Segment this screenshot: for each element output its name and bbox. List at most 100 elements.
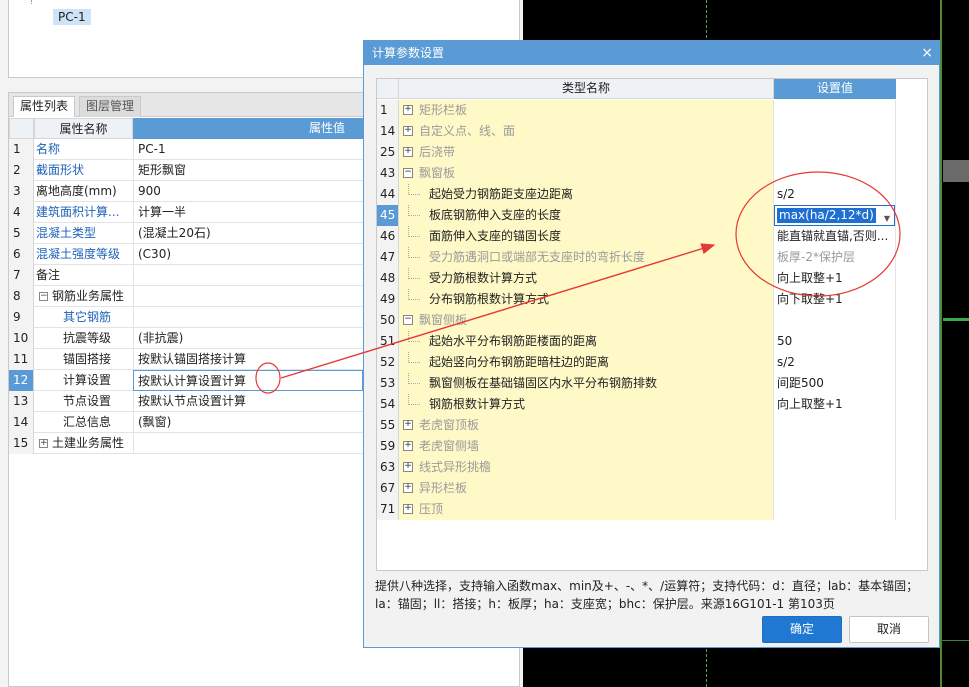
cancel-button[interactable]: 取消 [849, 616, 929, 643]
setting-value-cell[interactable] [774, 499, 896, 520]
settings-row[interactable]: 45 板底钢筋伸入支座的长度 max(ha/2,12*d) ▼ [377, 205, 896, 226]
settings-group-row[interactable]: 1 + 矩形栏板 [377, 100, 896, 121]
property-row-number: 12 [9, 370, 34, 391]
expand-icon[interactable]: + [39, 439, 48, 448]
setting-value-cell[interactable]: 能直锚就直锚,否则... [774, 226, 896, 247]
type-name-text: 面筋伸入支座的锚固长度 [429, 229, 562, 243]
setting-value-cell[interactable]: 板厚-2*保护层 [774, 247, 896, 268]
tree-item-pc1[interactable]: PC-1 [53, 9, 91, 25]
settings-row[interactable]: 53 飘窗侧板在基础锚固区内水平分布钢筋排数 间距500 [377, 373, 896, 394]
setting-value-dropdown[interactable]: max(ha/2,12*d) ▼ [774, 205, 895, 226]
property-value[interactable]: (C30) [133, 244, 363, 265]
settings-row[interactable]: 52 起始竖向分布钢筋距暗柱边的距离 s/2 [377, 352, 896, 373]
expand-icon[interactable]: + [403, 462, 413, 472]
cad-block [943, 160, 969, 182]
property-value[interactable] [133, 433, 363, 454]
settings-row-number: 52 [377, 352, 399, 373]
settings-row[interactable]: 46 面筋伸入支座的锚固长度 能直锚就直锚,否则... [377, 226, 896, 247]
property-row-number: 1 [9, 139, 34, 160]
property-value[interactable]: 矩形飘窗 [133, 160, 363, 181]
cad-vertical-line [940, 0, 942, 687]
tree-branch-line [408, 331, 420, 342]
setting-value-cell[interactable] [774, 100, 896, 121]
property-value[interactable] [133, 307, 363, 328]
chevron-down-icon[interactable]: ▼ [884, 209, 890, 226]
settings-group-row[interactable]: 55 + 老虎窗顶板 [377, 415, 896, 436]
expand-icon[interactable]: + [403, 105, 413, 115]
expand-icon[interactable]: + [403, 441, 413, 451]
settings-group-row[interactable]: 43− 飘窗板 [377, 163, 896, 184]
close-icon[interactable]: × [921, 41, 933, 65]
property-value[interactable]: 按默认计算设置计算 [133, 370, 363, 391]
settings-row[interactable]: 48 受力筋根数计算方式 向上取整+1 [377, 268, 896, 289]
property-value[interactable] [133, 265, 363, 286]
tab-property-list[interactable]: 属性列表 [13, 96, 76, 117]
type-name-cell: + 矩形栏板 [399, 100, 774, 121]
property-value[interactable]: PC-1 [133, 139, 363, 160]
settings-group-row[interactable]: 25 + 后浇带 [377, 142, 896, 163]
property-value[interactable]: 按默认锚固搭接计算 [133, 349, 363, 370]
property-value[interactable]: 900 [133, 181, 363, 202]
type-name-cell: 分布钢筋根数计算方式 [399, 289, 774, 310]
settings-group-row[interactable]: 71 + 压顶 [377, 499, 896, 520]
settings-group-row[interactable]: 50− 飘窗侧板 [377, 310, 896, 331]
setting-value-cell[interactable]: 向下取整+1 [774, 289, 896, 310]
setting-value-cell[interactable]: 向上取整+1 [774, 394, 896, 415]
type-name-header: 类型名称 [399, 79, 774, 99]
collapse-icon[interactable]: − [403, 315, 413, 325]
property-row-number: 11 [9, 349, 34, 370]
settings-row[interactable]: 51 起始水平分布钢筋距楼面的距离 50 [377, 331, 896, 352]
type-name-cell: 受力筋根数计算方式 [399, 268, 774, 289]
expand-icon[interactable]: + [403, 126, 413, 136]
settings-row[interactable]: 47 受力筋遇洞口或端部无支座时的弯折长度 板厚-2*保护层 [377, 247, 896, 268]
collapse-icon[interactable]: − [403, 168, 413, 178]
setting-value-cell[interactable] [774, 415, 896, 436]
type-name-cell: + 压顶 [399, 499, 774, 520]
tree-branch-line [408, 394, 420, 405]
settings-group-row[interactable]: 14 + 自定义点、线、面 [377, 121, 896, 142]
settings-row[interactable]: 54 钢筋根数计算方式 向上取整+1 [377, 394, 896, 415]
setting-value-cell[interactable]: s/2 [774, 184, 896, 205]
property-value[interactable] [133, 286, 363, 307]
tab-layer-management[interactable]: 图层管理 [79, 96, 142, 117]
setting-value-cell[interactable]: 向上取整+1 [774, 268, 896, 289]
setting-value-cell[interactable]: 50 [774, 331, 896, 352]
settings-row[interactable]: 44 起始受力钢筋距支座边距离 s/2 [377, 184, 896, 205]
property-value[interactable]: 按默认节点设置计算 [133, 391, 363, 412]
setting-value-cell[interactable] [774, 478, 896, 499]
setting-value-cell[interactable] [774, 310, 896, 331]
setting-value-cell[interactable]: max(ha/2,12*d) ▼ [774, 205, 896, 226]
property-value[interactable]: 计算一半 [133, 202, 363, 223]
setting-value-cell[interactable] [774, 436, 896, 457]
property-name: 其它钢筋 [63, 307, 111, 328]
expand-icon[interactable]: + [403, 147, 413, 157]
property-row-number: 8 [9, 286, 34, 307]
setting-value-cell[interactable] [774, 142, 896, 163]
settings-group-row[interactable]: 59 + 老虎窗侧墙 [377, 436, 896, 457]
ok-button[interactable]: 确定 [762, 616, 842, 643]
expand-icon[interactable]: + [403, 420, 413, 430]
property-name-text: 其它钢筋 [63, 310, 112, 324]
setting-value-cell[interactable]: 间距500 [774, 373, 896, 394]
cad-horizontal-line [943, 318, 969, 321]
settings-group-row[interactable]: 67 + 异形栏板 [377, 478, 896, 499]
property-value[interactable]: (混凝土20石) [133, 223, 363, 244]
selected-value-text[interactable]: max(ha/2,12*d) [777, 208, 876, 223]
dialog-titlebar[interactable]: 计算参数设置 × [364, 41, 939, 65]
dialog-title: 计算参数设置 [372, 46, 445, 60]
setting-value-cell[interactable] [774, 163, 896, 184]
settings-row-number: 53 [377, 373, 399, 394]
expand-icon[interactable]: + [403, 504, 413, 514]
help-text: 提供八种选择，支持输入函数max、min及+、-、*、/运算符；支持代码：d：直… [375, 579, 919, 611]
settings-grid: 类型名称 设置值 1 + 矩形栏板 14 + 自定义点、线、面 25 + 后浇带 43− 飘窗板 44… [376, 78, 928, 571]
collapse-icon[interactable]: − [39, 292, 48, 301]
property-value[interactable]: (非抗震) [133, 328, 363, 349]
settings-group-row[interactable]: 63 + 线式异形挑檐 [377, 457, 896, 478]
property-row-number: 14 [9, 412, 34, 433]
setting-value-cell[interactable]: s/2 [774, 352, 896, 373]
setting-value-cell[interactable] [774, 121, 896, 142]
property-value[interactable]: (飘窗) [133, 412, 363, 433]
settings-row[interactable]: 49 分布钢筋根数计算方式 向下取整+1 [377, 289, 896, 310]
expand-icon[interactable]: + [403, 483, 413, 493]
setting-value-cell[interactable] [774, 457, 896, 478]
